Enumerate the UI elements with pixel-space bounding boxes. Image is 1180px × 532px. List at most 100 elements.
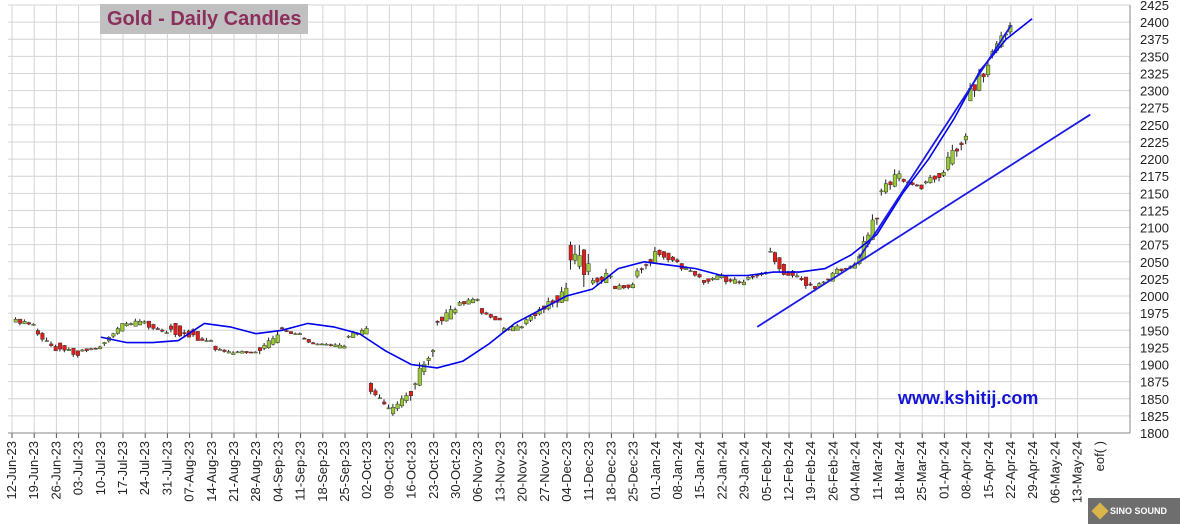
candle-body — [217, 349, 222, 351]
candle-body — [71, 347, 76, 355]
candle-body — [972, 84, 977, 91]
candle-body — [795, 275, 800, 278]
candle-body — [724, 276, 729, 283]
candle-body — [49, 343, 54, 346]
x-tick-label: 11-Dec-23 — [581, 441, 596, 501]
candle-body — [630, 284, 635, 288]
candle-body — [981, 73, 986, 78]
x-tick-label: 09-Oct-23 — [381, 441, 396, 499]
candle-body — [653, 251, 658, 264]
candle-body — [351, 332, 356, 338]
x-tick-label: 18-Dec-23 — [603, 441, 618, 502]
candle-body — [213, 345, 218, 351]
y-tick-label: 1975 — [1140, 306, 1169, 321]
candle-body — [408, 391, 413, 396]
candle-body — [120, 323, 125, 332]
candle-body — [697, 274, 702, 278]
candle-body — [937, 173, 942, 178]
x-tick-label: 01-Apr-24 — [936, 441, 951, 499]
y-tick-label: 2350 — [1140, 49, 1169, 64]
candle-body — [666, 252, 671, 260]
candle-body — [675, 259, 680, 262]
y-tick-label: 2275 — [1140, 101, 1169, 116]
candle-body — [195, 331, 200, 341]
candle-body — [586, 263, 591, 272]
candle-body — [249, 351, 254, 354]
x-tick-label: 16-Oct-23 — [404, 441, 419, 499]
y-tick-label: 1900 — [1140, 358, 1169, 373]
candle-body — [404, 395, 409, 402]
y-tick-label: 2050 — [1140, 255, 1169, 270]
candle-body — [639, 268, 644, 270]
candle-body — [244, 351, 249, 354]
x-tick-label: 23-Oct-23 — [426, 441, 441, 499]
candle-body — [497, 317, 502, 321]
candle-body — [395, 403, 400, 409]
candle-body — [897, 173, 902, 179]
candle-body — [706, 278, 711, 282]
candle-body — [98, 346, 103, 349]
y-tick-label: 2425 — [1140, 0, 1169, 13]
y-tick-label: 1950 — [1140, 323, 1169, 338]
candle-body — [928, 177, 933, 184]
candle-body — [386, 407, 391, 410]
x-tick-label: 12-Feb-24 — [781, 441, 796, 501]
y-tick-label: 2400 — [1140, 15, 1169, 30]
x-tick-label: 30-Oct-23 — [448, 441, 463, 499]
candle-body — [808, 283, 813, 286]
candle-body — [444, 312, 449, 322]
candle-body — [453, 309, 458, 313]
eof-label: eof( ) — [1092, 441, 1107, 471]
candle-body — [173, 323, 178, 335]
candle-body — [58, 342, 63, 350]
x-tick-label: 29-Jan-24 — [737, 441, 752, 500]
candle-body — [635, 270, 640, 277]
x-tick-label: 26-Feb-24 — [825, 441, 840, 501]
candle-body — [284, 330, 289, 332]
candle-body — [377, 397, 382, 399]
candle-body — [160, 329, 165, 332]
candle-body — [728, 279, 733, 282]
candle-body — [333, 344, 338, 347]
candle-body — [595, 277, 600, 283]
y-tick-label: 2125 — [1140, 203, 1169, 218]
candle-body — [84, 348, 89, 351]
candle-body — [901, 179, 906, 182]
x-tick-label: 25-Mar-24 — [914, 441, 929, 501]
x-tick-label: 21-Aug-23 — [226, 441, 241, 502]
candle-body — [839, 268, 844, 271]
candle-body — [799, 278, 804, 280]
x-tick-label: 27-Nov-23 — [537, 441, 552, 502]
x-tick-label: 13-Nov-23 — [492, 441, 507, 502]
candle-body — [346, 335, 351, 338]
candle-body — [293, 333, 298, 335]
candle-body — [644, 264, 649, 266]
candle-body — [746, 277, 751, 280]
chart-canvas: 1800 1825 1850 1875 1900 1925 1950 1975 2000 2025… — [4, 0, 1169, 503]
candle-body — [320, 343, 325, 346]
x-tick-label: 14-Aug-23 — [204, 441, 219, 502]
candle-body — [18, 318, 23, 324]
candle-body — [271, 338, 276, 345]
y-tick-label: 2075 — [1140, 238, 1169, 253]
candle-body — [373, 390, 378, 396]
candle-body — [426, 357, 431, 361]
y-tick-label: 2025 — [1140, 272, 1169, 287]
x-tick-label: 25-Dec-23 — [626, 441, 641, 502]
candle-body — [879, 190, 884, 193]
candle-body — [413, 383, 418, 385]
candle-body — [710, 278, 715, 280]
x-tick-label: 04-Dec-23 — [559, 441, 574, 502]
x-tick-label: 15-Apr-24 — [981, 441, 996, 499]
candle-body — [777, 257, 782, 270]
candle-body — [275, 334, 280, 343]
watermark-link[interactable]: www.kshitij.com — [898, 388, 1038, 409]
candle-body — [40, 333, 45, 340]
candle-body — [488, 314, 493, 318]
x-tick-label: 24-Jul-23 — [137, 441, 152, 495]
y-tick-label: 2200 — [1140, 152, 1169, 167]
candle-body — [204, 340, 209, 342]
candle-body — [324, 343, 329, 346]
candle-body — [923, 181, 928, 184]
x-tick-label: 13-May-24 — [1070, 441, 1085, 503]
